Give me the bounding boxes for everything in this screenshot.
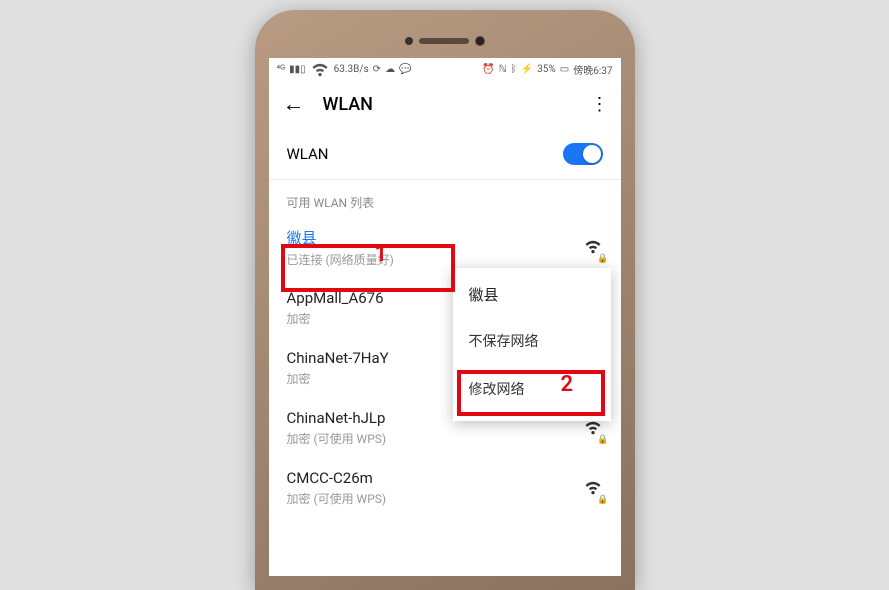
- wlan-toggle-label: WLAN: [287, 145, 329, 163]
- back-icon[interactable]: ←: [283, 91, 305, 117]
- net-speed: 63.3B/s: [334, 64, 369, 75]
- sync-icon: ⟳: [373, 64, 381, 75]
- battery-icon: ▭: [560, 64, 569, 75]
- context-menu-forget[interactable]: 不保存网络: [453, 317, 611, 365]
- status-bar: ⁴ᴳ ▮▮▯ 63.3B/s ⟳ ☁ 💬 ⏰ ℕ ᛒ ⚡ 35% ▭ 傍晚6:3…: [269, 58, 621, 80]
- wifi-network-item[interactable]: CMCC-C26m 加密 (可使用 WPS) 🔒: [269, 458, 621, 518]
- annotation-number-1: 1: [375, 242, 388, 267]
- wlan-toggle-switch[interactable]: [563, 143, 603, 165]
- status-left: ⁴ᴳ ▮▮▯ 63.3B/s ⟳ ☁ 💬: [277, 58, 412, 81]
- page-title: WLAN: [323, 94, 573, 115]
- wifi-signal-icon: 🔒: [583, 476, 603, 501]
- front-camera: [475, 36, 485, 46]
- wifi-name: ChinaNet-hJLp: [287, 409, 387, 427]
- bluetooth-icon: ᛒ: [511, 64, 517, 75]
- context-menu: 徽县 不保存网络 修改网络: [453, 268, 611, 421]
- wifi-status: 加密: [287, 310, 384, 327]
- notification-icon: 💬: [399, 64, 411, 75]
- signal-icon: ▮▮▯: [289, 64, 306, 75]
- toggle-knob: [583, 145, 601, 163]
- battery-pct: 35%: [537, 64, 556, 75]
- available-networks-label: 可用 WLAN 列表: [269, 180, 621, 217]
- nfc-icon: ℕ: [499, 64, 507, 75]
- charge-icon: ⚡: [521, 64, 533, 75]
- context-menu-title: 徽县: [453, 276, 611, 317]
- wifi-info: CMCC-C26m 加密 (可使用 WPS): [287, 469, 387, 507]
- app-header: ← WLAN ⋮: [269, 80, 621, 128]
- wifi-mini-icon: [310, 58, 330, 81]
- wifi-info: AppMall_A676 加密: [287, 289, 384, 327]
- status-right: ⏰ ℕ ᛒ ⚡ 35% ▭ 傍晚6:37: [482, 62, 612, 77]
- more-icon[interactable]: ⋮: [591, 94, 607, 115]
- screen: ⁴ᴳ ▮▮▯ 63.3B/s ⟳ ☁ 💬 ⏰ ℕ ᛒ ⚡ 35% ▭ 傍晚6:3…: [269, 58, 621, 576]
- earpiece-speaker: [419, 38, 469, 44]
- wlan-toggle-row: WLAN: [269, 128, 621, 180]
- wifi-info: ChinaNet-7HaY 加密: [287, 349, 389, 387]
- alarm-icon: ⏰: [482, 64, 494, 75]
- clock-time: 傍晚6:37: [573, 62, 612, 77]
- annotation-number-2: 2: [561, 372, 574, 397]
- wifi-status: 加密 (可使用 WPS): [287, 430, 387, 447]
- phone-frame: ⁴ᴳ ▮▮▯ 63.3B/s ⟳ ☁ 💬 ⏰ ℕ ᛒ ⚡ 35% ▭ 傍晚6:3…: [255, 10, 635, 590]
- wifi-status: 加密: [287, 370, 389, 387]
- wifi-info: ChinaNet-hJLp 加密 (可使用 WPS): [287, 409, 387, 447]
- wifi-status: 加密 (可使用 WPS): [287, 490, 387, 507]
- proximity-sensor: [405, 37, 413, 45]
- wifi-name: CMCC-C26m: [287, 469, 387, 487]
- wifi-name: AppMall_A676: [287, 289, 384, 307]
- lte-label: ⁴ᴳ: [277, 64, 286, 75]
- bezel-top: [269, 24, 621, 58]
- wifi-name: ChinaNet-7HaY: [287, 349, 389, 367]
- cloud-icon: ☁: [385, 64, 395, 75]
- context-menu-modify[interactable]: 修改网络: [453, 365, 611, 413]
- wifi-signal-icon: 🔒: [583, 235, 603, 260]
